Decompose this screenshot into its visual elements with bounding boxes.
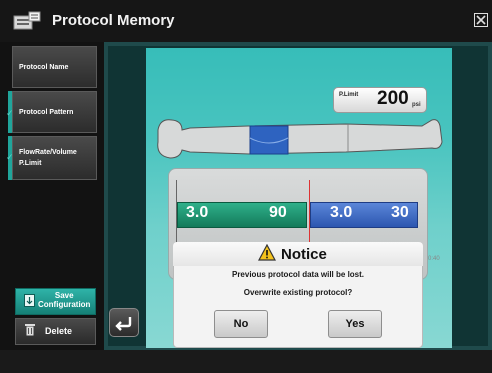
- save-configuration-label: Save Configuration: [38, 291, 90, 309]
- phase-2-flowrate: 3.0: [330, 204, 353, 221]
- sidebar-item-protocol-pattern[interactable]: Protocol Pattern: [12, 91, 97, 133]
- sidebar-item-label: Protocol Pattern: [19, 108, 74, 116]
- page-title: Protocol Memory: [52, 12, 175, 29]
- save-label-line2: Configuration: [38, 300, 91, 309]
- sidebar-item-label: Protocol Name: [19, 63, 69, 71]
- return-arrow-icon: [115, 317, 132, 331]
- save-icon: [24, 294, 35, 307]
- patient-body-icon: [157, 119, 443, 159]
- dialog-title: Notice: [281, 246, 327, 263]
- warning-icon: [258, 244, 276, 261]
- save-label-line1: Save: [54, 291, 74, 300]
- phase-2-volume: 30: [391, 204, 409, 221]
- yes-button[interactable]: Yes: [328, 310, 382, 338]
- pressure-limit-unit: psi: [412, 102, 421, 108]
- close-icon[interactable]: [474, 13, 488, 27]
- pressure-limit-label: P.Limit: [339, 92, 359, 98]
- delete-label: Delete: [45, 326, 73, 336]
- sidebar-item-label: P.Limit: [19, 160, 42, 167]
- dialog-message-line-2: Overwrite existing protocol?: [243, 288, 353, 297]
- back-button[interactable]: [109, 308, 139, 337]
- trash-icon: [25, 324, 35, 336]
- sidebar-item-protocol-name[interactable]: Protocol Name: [12, 46, 97, 88]
- timeline-time: 0:40: [428, 256, 440, 262]
- phase-1-volume: 90: [269, 204, 287, 221]
- dialog-message-line-1: Previous protocol data will be lost.: [231, 270, 365, 279]
- sidebar-item-flowrate-volume[interactable]: FlowRate/Volume P.Limit: [12, 136, 97, 180]
- sidebar-item-label: FlowRate/Volume: [19, 149, 77, 156]
- pressure-limit-value: 200: [377, 88, 409, 109]
- protocol-memory-icon: [13, 11, 41, 30]
- phase-1-flowrate: 3.0: [186, 204, 209, 221]
- status-bar: [0, 350, 492, 373]
- no-button[interactable]: No: [214, 310, 268, 338]
